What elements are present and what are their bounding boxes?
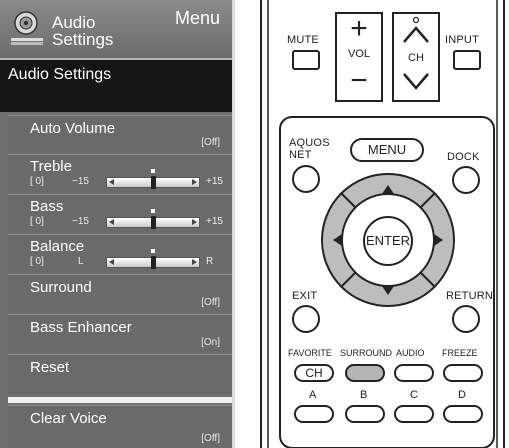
freeze-label: FREEZE — [442, 348, 478, 358]
input-button[interactable] — [453, 50, 481, 70]
volume-down-button[interactable]: − — [337, 66, 381, 96]
channel-up-button[interactable] — [394, 24, 438, 50]
freeze-button[interactable] — [443, 364, 483, 382]
volume-up-button[interactable]: + — [337, 14, 381, 44]
audio-label: AUDIO — [396, 348, 425, 358]
favorite-ch-button[interactable]: CH — [294, 364, 334, 382]
vol-label: VOL — [347, 48, 370, 60]
c-button[interactable] — [394, 405, 434, 423]
d-label: D — [458, 389, 467, 401]
exit-button[interactable] — [292, 305, 320, 333]
aquos-net-label: AQUOS NET — [289, 137, 330, 161]
mute-button[interactable] — [292, 50, 320, 70]
a-button[interactable] — [294, 405, 334, 423]
return-label: RETURN — [446, 290, 494, 302]
aquos-net-button[interactable] — [292, 165, 320, 193]
c-label: C — [410, 389, 419, 401]
return-button[interactable] — [452, 305, 480, 333]
menu-button[interactable]: MENU — [350, 138, 424, 162]
exit-label: EXIT — [292, 290, 318, 302]
channel-down-button[interactable] — [394, 70, 438, 96]
d-button[interactable] — [443, 405, 483, 423]
audio-button[interactable] — [394, 364, 434, 382]
b-button[interactable] — [345, 405, 385, 423]
remote-control: MUTE + VOL − CH INPUT AQUOS NET MENU DOC… — [0, 0, 509, 448]
input-label: INPUT — [445, 34, 479, 46]
a-label: A — [309, 389, 317, 401]
enter-button[interactable]: ENTER — [363, 216, 413, 266]
favorite-label: FAVORITE — [288, 348, 332, 358]
b-label: B — [360, 389, 368, 401]
channel-rocker[interactable]: CH — [392, 12, 440, 102]
ch-label: CH — [408, 52, 424, 64]
surround-button[interactable] — [345, 364, 385, 382]
dock-label: DOCK — [447, 151, 480, 163]
volume-rocker[interactable]: + VOL − — [335, 12, 383, 102]
mute-label: MUTE — [287, 34, 319, 46]
surround-label: SURROUND — [340, 348, 393, 358]
